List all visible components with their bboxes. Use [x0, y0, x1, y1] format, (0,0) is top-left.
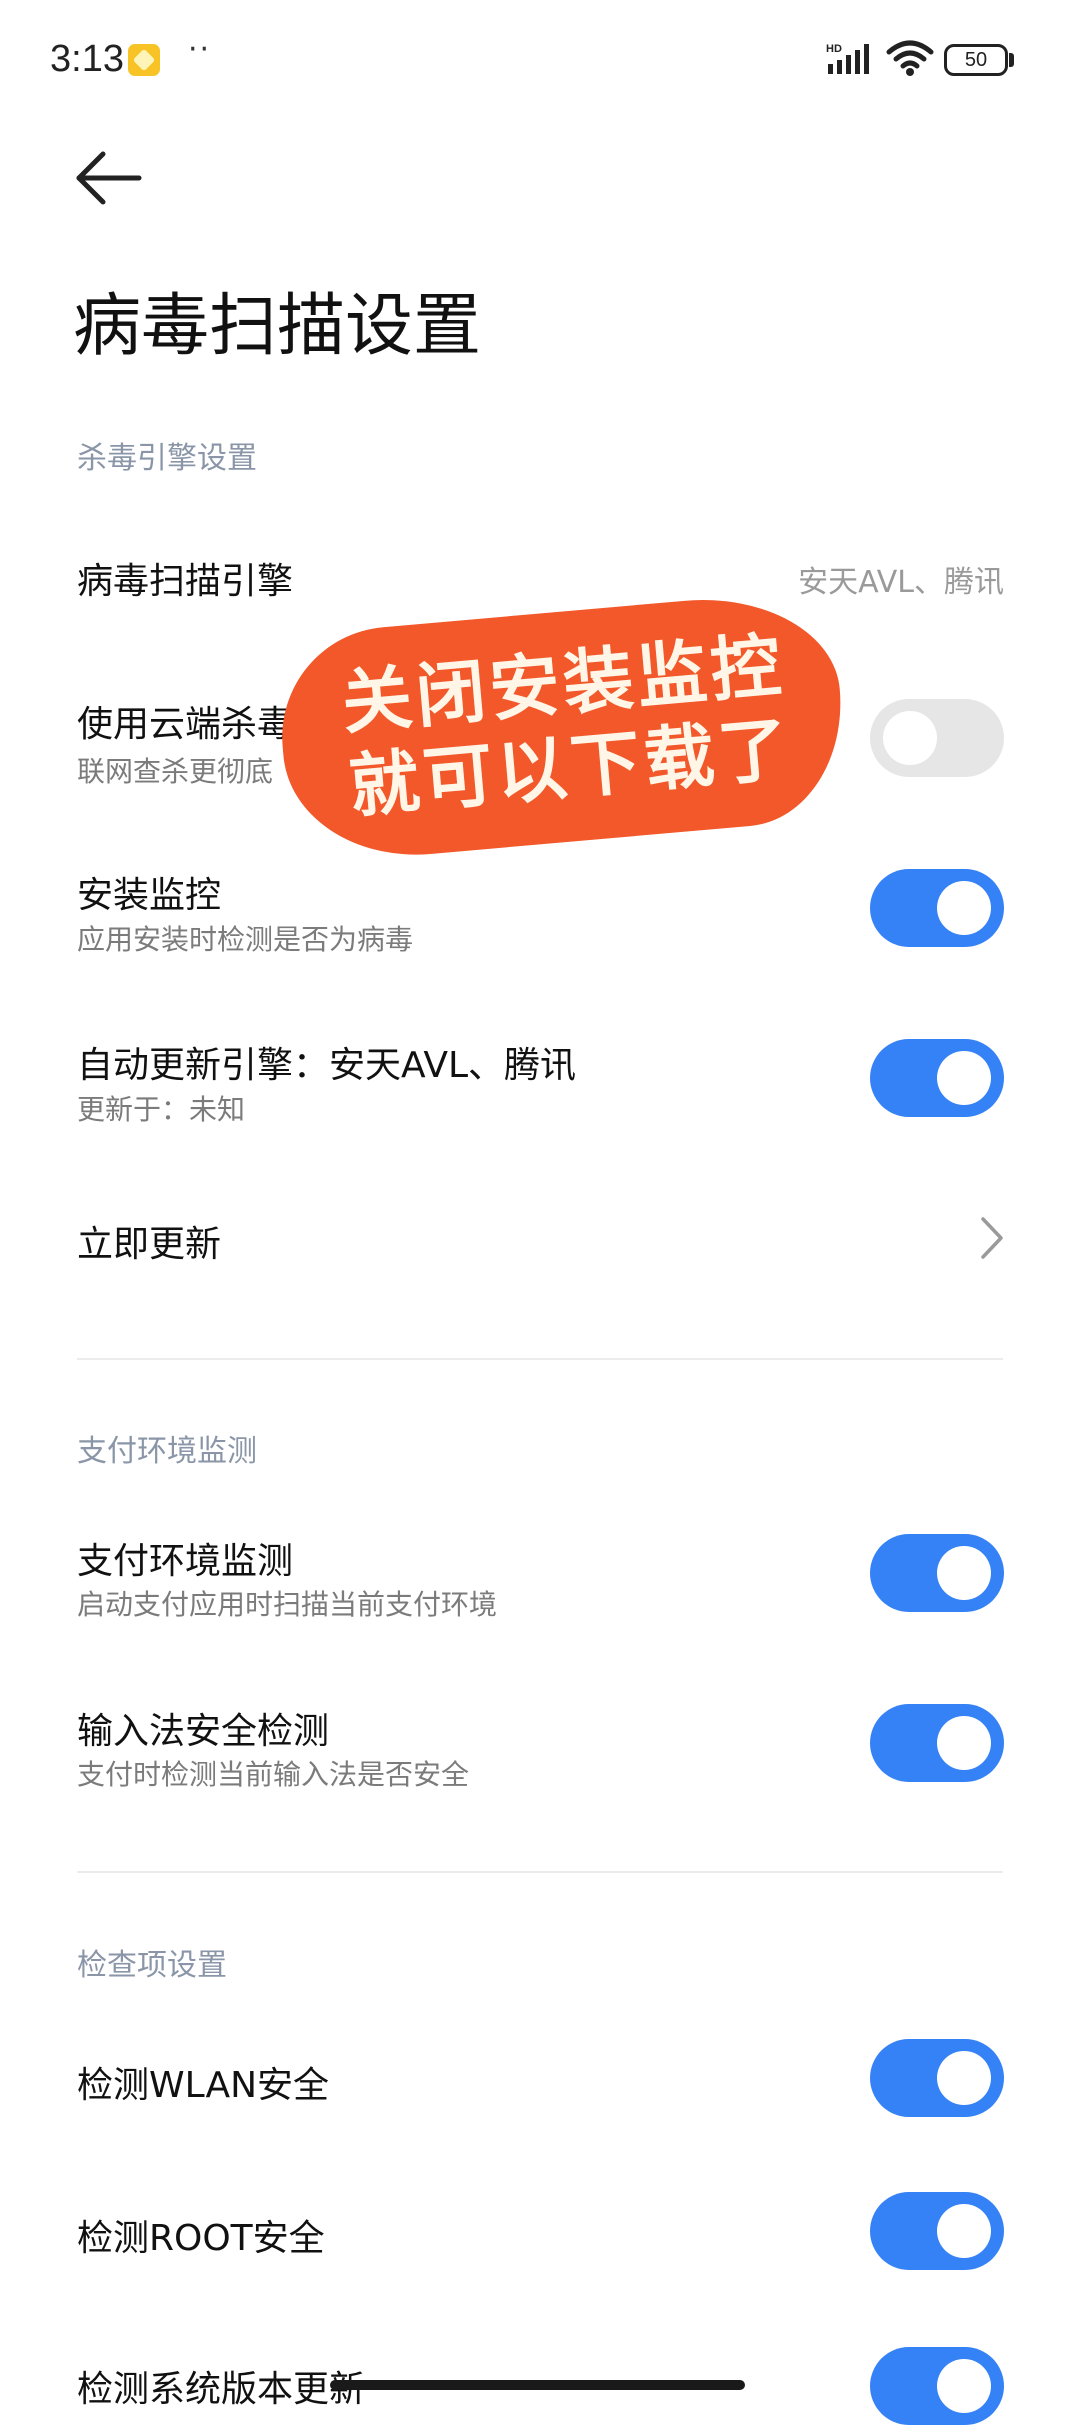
toggle-knob — [937, 1546, 991, 1600]
row-subtitle: 联网查杀更彻底 — [77, 755, 274, 788]
row-value: 安天AVL、腾讯 — [798, 565, 1004, 600]
row-title: 检测WLAN安全 — [77, 2065, 330, 2106]
home-indicator[interactable] — [330, 2380, 745, 2390]
row-title: 输入法安全检测 — [77, 1711, 330, 1752]
system-update-check-toggle[interactable] — [870, 2347, 1004, 2425]
section-label-payment: 支付环境监测 — [77, 1434, 257, 1469]
battery-tip — [1009, 53, 1014, 67]
notification-dots: ·· — [188, 32, 212, 67]
toggle-knob — [937, 2051, 991, 2105]
chevron-right-icon — [981, 1217, 1003, 1259]
row-title: 检测ROOT安全 — [77, 2218, 325, 2259]
battery-icon: 50 — [944, 44, 1008, 76]
auto-update-toggle[interactable] — [870, 1039, 1004, 1117]
row-subtitle: 应用安装时检测是否为病毒 — [77, 923, 414, 956]
ime-check-toggle[interactable] — [870, 1704, 1004, 1782]
payment-monitor-toggle[interactable] — [870, 1534, 1004, 1612]
hd-label: HD — [826, 43, 842, 55]
status-time: 3:13 — [50, 38, 124, 80]
wlan-check-toggle[interactable] — [870, 2039, 1004, 2117]
section-label-checks: 检查项设置 — [77, 1948, 227, 1983]
root-check-toggle[interactable] — [870, 2192, 1004, 2270]
toggle-knob — [937, 2359, 991, 2413]
section-divider — [77, 1358, 1003, 1360]
row-subtitle: 支付时检测当前输入法是否安全 — [77, 1758, 470, 1791]
row-subtitle: 启动支付应用时扫描当前支付环境 — [77, 1588, 498, 1621]
section-divider — [77, 1871, 1003, 1873]
annotation-sticker: 关闭安装监控 就可以下载了 — [273, 588, 851, 866]
row-title: 安装监控 — [77, 875, 222, 916]
row-title: 检测系统版本更新 — [77, 2369, 366, 2410]
toggle-knob — [883, 711, 937, 765]
row-title: 立即更新 — [77, 1224, 222, 1265]
toggle-knob — [937, 2204, 991, 2258]
battery-level: 50 — [964, 49, 988, 71]
row-title: 使用云端杀毒 — [77, 704, 294, 745]
row-title: 支付环境监测 — [77, 1541, 294, 1582]
row-subtitle: 更新于：未知 — [77, 1093, 246, 1126]
cellular-signal-icon: HD — [826, 43, 869, 74]
section-label-engine: 杀毒引擎设置 — [77, 441, 257, 476]
toggle-knob — [937, 1051, 991, 1105]
wifi-icon — [886, 40, 934, 76]
notes-app-icon — [128, 44, 160, 76]
row-title: 病毒扫描引擎 — [77, 561, 294, 602]
row-title: 自动更新引擎：安天AVL、腾讯 — [77, 1045, 577, 1086]
toggle-knob — [937, 881, 991, 935]
cloud-scan-toggle[interactable] — [870, 699, 1004, 777]
install-monitor-toggle[interactable] — [870, 869, 1004, 947]
toggle-knob — [937, 1716, 991, 1770]
back-arrow-icon[interactable] — [75, 150, 143, 206]
page-title: 病毒扫描设置 — [73, 287, 482, 366]
